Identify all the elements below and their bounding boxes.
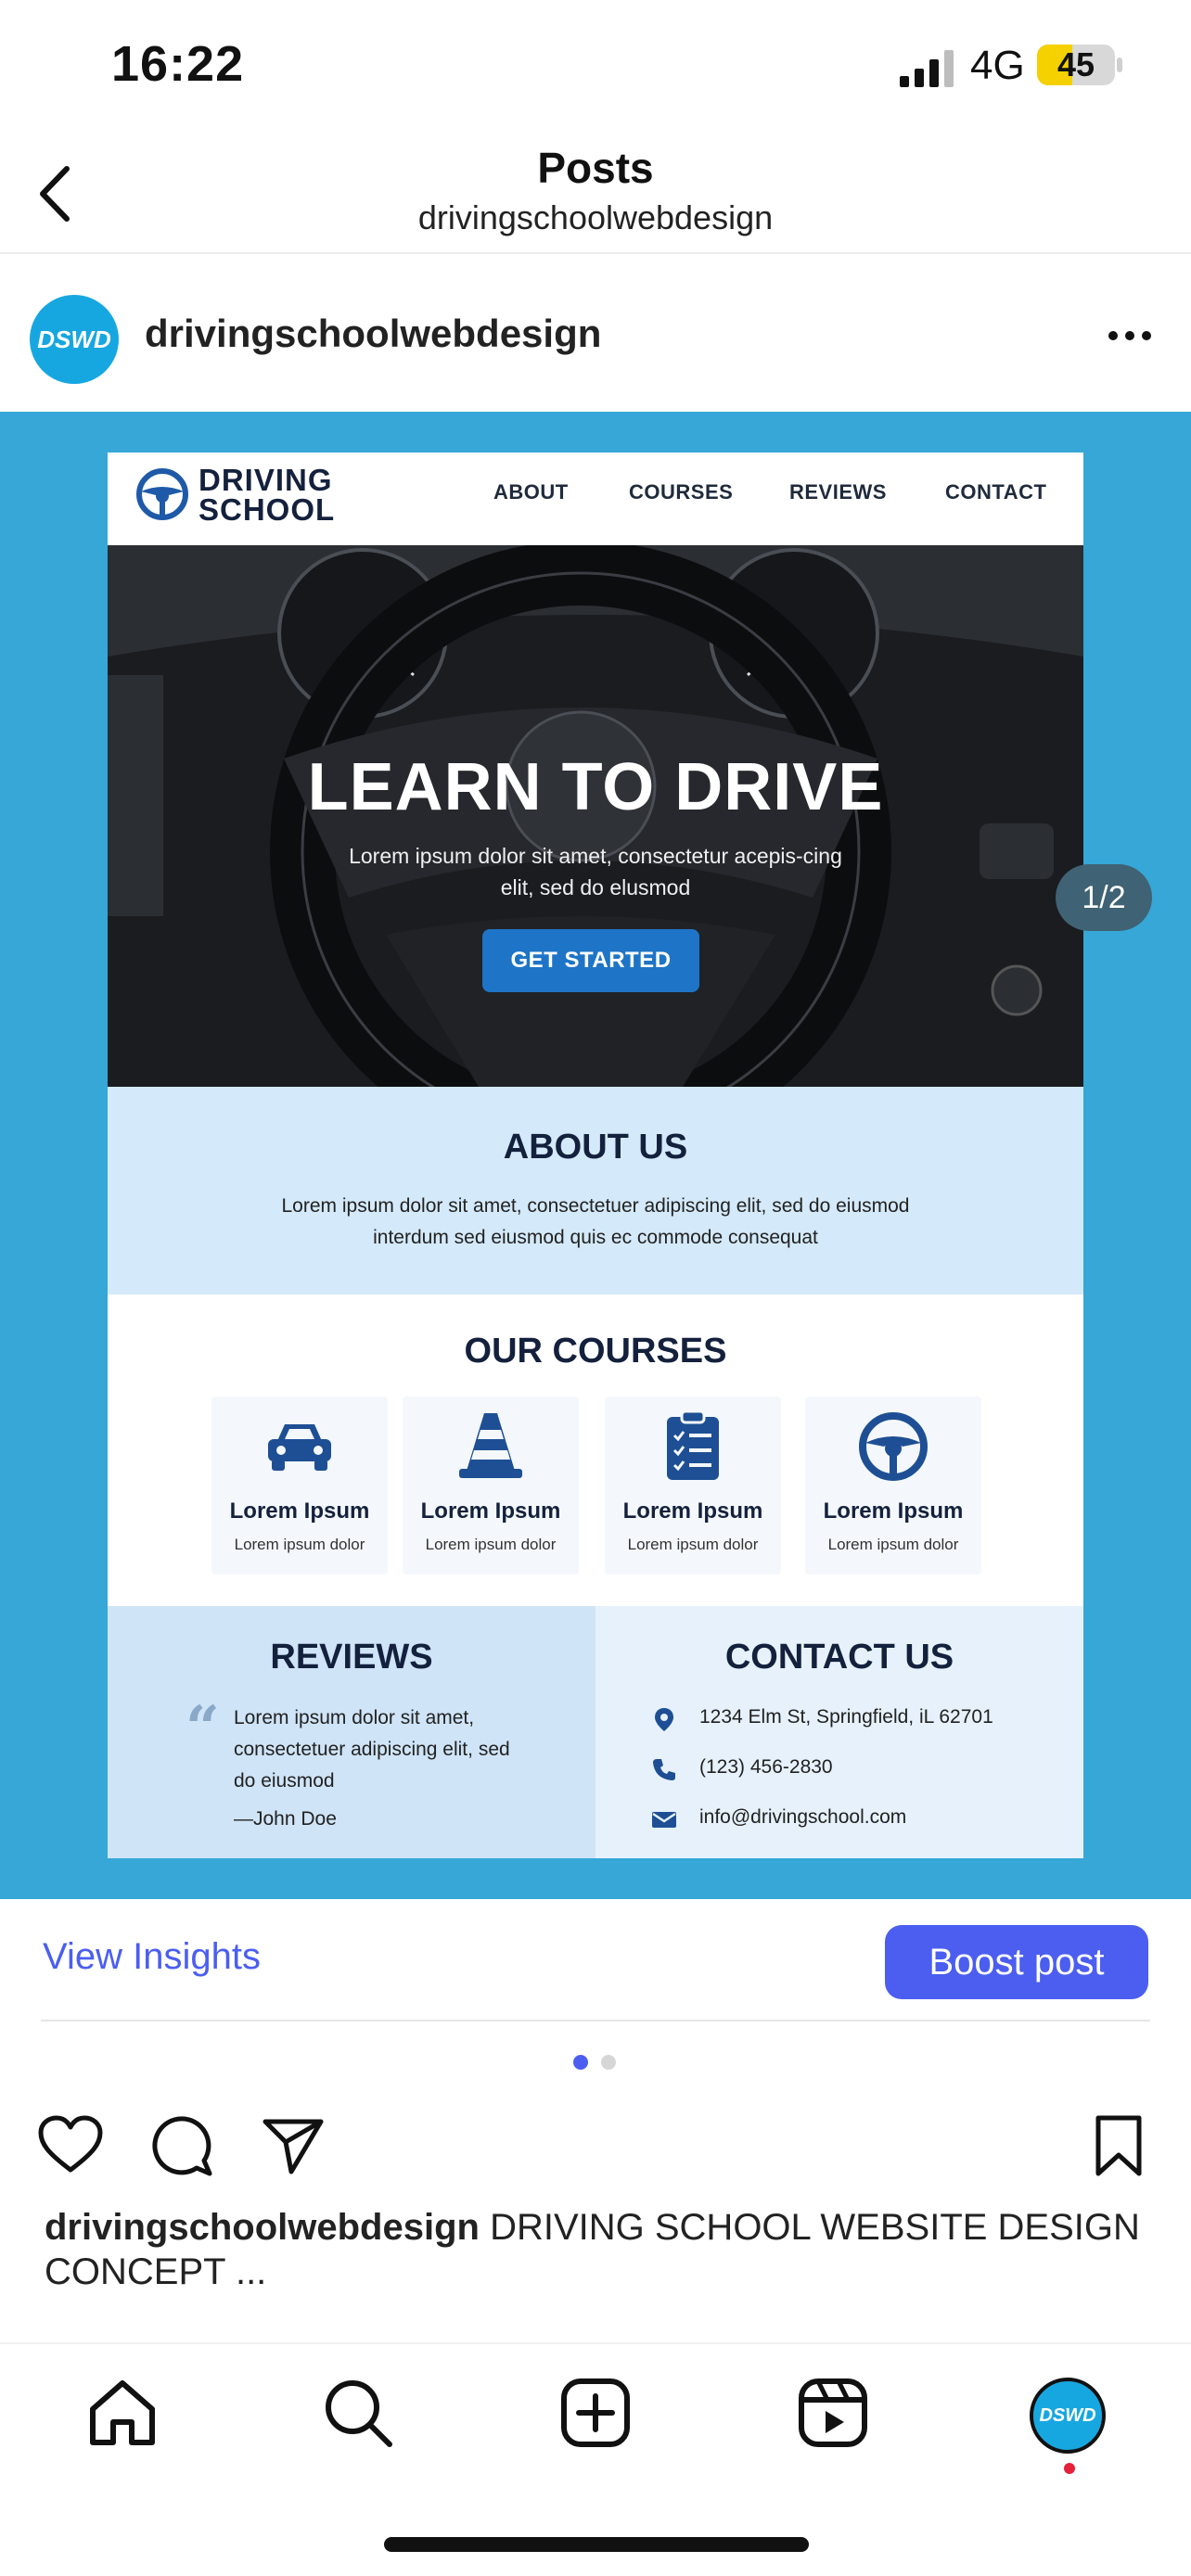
course-title: Lorem Ipsum	[229, 1498, 370, 1524]
review-author: —John Doe	[234, 1808, 337, 1830]
nav-about: ABOUT	[493, 480, 569, 504]
about-section: ABOUT US Lorem ipsum dolor sit amet, con…	[108, 1087, 1083, 1294]
clipboard-checklist-icon	[667, 1409, 719, 1480]
contact-phone: (123) 456-2830	[699, 1756, 833, 1778]
boost-post-button[interactable]: Boost post	[885, 1925, 1148, 1999]
view-insights-link[interactable]: View Insights	[43, 1936, 261, 1978]
website-mockup: DRIVING SCHOOL ABOUT COURSES REVIEWS CON…	[108, 453, 1083, 1858]
course-card: Lorem Ipsum Lorem ipsum dolor	[211, 1396, 388, 1575]
search-icon[interactable]	[321, 2376, 395, 2450]
hero-section: LEARN TO DRIVE Lorem ipsum dolor sit ame…	[108, 545, 1083, 1087]
course-subtitle: Lorem ipsum dolor	[827, 1536, 959, 1553]
course-card: Lorem Ipsum Lorem ipsum dolor	[403, 1396, 579, 1575]
divider	[41, 2020, 1150, 2021]
nav-reviews: REVIEWS	[789, 480, 887, 504]
contact-title: CONTACT US	[724, 1638, 954, 1677]
carousel-dot	[601, 2055, 616, 2070]
share-icon[interactable]	[260, 2112, 327, 2179]
logo-line-1: DRIVING	[198, 463, 333, 497]
about-title: ABOUT US	[503, 1128, 688, 1167]
about-text: Lorem ipsum dolor sit amet, consectetuer…	[281, 1195, 910, 1248]
traffic-cone-icon	[459, 1413, 522, 1478]
course-subtitle: Lorem ipsum dolor	[425, 1536, 557, 1553]
contact-phone-row: (123) 456-2830	[651, 1754, 1078, 1786]
course-subtitle: Lorem ipsum dolor	[234, 1536, 365, 1553]
quote-mark-icon: “	[186, 1693, 220, 1763]
contact-address-row: 1234 Elm St, Springfield, iL 62701	[651, 1704, 1078, 1736]
courses-section: OUR COURSES Lorem Ipsum Lorem ipsum dolo…	[108, 1294, 1083, 1606]
post-caption: drivingschoolwebdesign DRIVING SCHOOL WE…	[45, 2205, 1158, 2294]
nav-contact: CONTACT	[945, 480, 1047, 504]
page-title: Posts	[537, 144, 654, 192]
carousel-page-counter: 1/2	[1056, 864, 1152, 931]
steering-wheel-icon	[859, 1412, 928, 1481]
course-title: Lorem Ipsum	[823, 1498, 964, 1524]
home-icon[interactable]	[85, 2376, 160, 2450]
status-bar: 16:22 4G 45	[0, 0, 1191, 130]
caption-username[interactable]: drivingschoolwebdesign	[45, 2207, 480, 2248]
reviews-section: REVIEWS “ Lorem ipsum dolor sit amet, co…	[108, 1606, 596, 1858]
hero-subtitle: Lorem ipsum dolor sit amet, consectetur …	[349, 844, 842, 899]
insights-row: View Insights Boost post	[0, 1899, 1191, 2023]
logo-line-2: SCHOOL	[198, 492, 336, 527]
battery-icon: 45	[1037, 45, 1115, 85]
carousel-indicator	[573, 2055, 618, 2070]
course-subtitle: Lorem ipsum dolor	[627, 1536, 759, 1553]
map-pin-icon	[655, 1708, 673, 1731]
post-author-row: DSWD drivingschoolwebdesign	[0, 256, 1191, 412]
contact-email: info@drivingschool.com	[699, 1806, 907, 1828]
site-logo-text: DRIVING SCHOOL	[198, 465, 335, 525]
carousel-dot-active	[573, 2055, 588, 2070]
battery-cap	[1117, 57, 1122, 72]
notification-dot	[1064, 2463, 1075, 2474]
contact-address: 1234 Elm St, Springfield, iL 62701	[699, 1706, 993, 1728]
phone-icon	[653, 1759, 675, 1780]
nav-courses: COURSES	[629, 480, 734, 504]
reviews-title: REVIEWS	[270, 1638, 433, 1677]
steering-wheel-icon	[136, 468, 188, 520]
contact-email-row: info@drivingschool.com	[651, 1804, 1078, 1836]
reels-icon[interactable]	[796, 2376, 870, 2450]
profile-avatar[interactable]: DSWD	[1030, 2378, 1106, 2454]
heart-icon[interactable]	[37, 2112, 104, 2179]
course-card: Lorem Ipsum Lorem ipsum dolor	[605, 1396, 781, 1575]
get-started-button: GET STARTED	[482, 929, 699, 992]
contact-section: CONTACT US 1234 Elm St, Springfield, iL …	[596, 1606, 1083, 1858]
network-label: 4G	[970, 43, 1025, 88]
author-username[interactable]: drivingschoolwebdesign	[145, 312, 601, 356]
signal-icon	[900, 50, 954, 87]
post-actions	[0, 2099, 1191, 2188]
course-title: Lorem Ipsum	[420, 1498, 561, 1524]
post-image[interactable]: DRIVING SCHOOL ABOUT COURSES REVIEWS CON…	[0, 412, 1191, 1899]
comment-icon[interactable]	[148, 2112, 215, 2179]
site-navbar: DRIVING SCHOOL ABOUT COURSES REVIEWS CON…	[108, 453, 1083, 545]
more-options-icon[interactable]	[1104, 326, 1159, 345]
page-subtitle: drivingschoolwebdesign	[417, 198, 774, 236]
battery-level: 45	[1057, 45, 1095, 83]
review-quote: Lorem ipsum dolor sit amet, consectetuer…	[234, 1707, 510, 1792]
hero-title: LEARN TO DRIVE	[307, 750, 884, 824]
email-icon	[652, 1812, 676, 1828]
bookmark-icon[interactable]	[1085, 2112, 1152, 2179]
car-icon	[268, 1424, 331, 1471]
status-time: 16:22	[111, 36, 245, 92]
posts-header: Posts drivingschoolwebdesign	[0, 130, 1191, 254]
create-icon[interactable]	[558, 2376, 633, 2450]
course-card: Lorem Ipsum Lorem ipsum dolor	[805, 1396, 981, 1575]
course-title: Lorem Ipsum	[622, 1498, 763, 1524]
courses-title: OUR COURSES	[464, 1332, 727, 1371]
home-indicator	[384, 2537, 809, 2552]
author-avatar[interactable]: DSWD	[30, 295, 119, 384]
